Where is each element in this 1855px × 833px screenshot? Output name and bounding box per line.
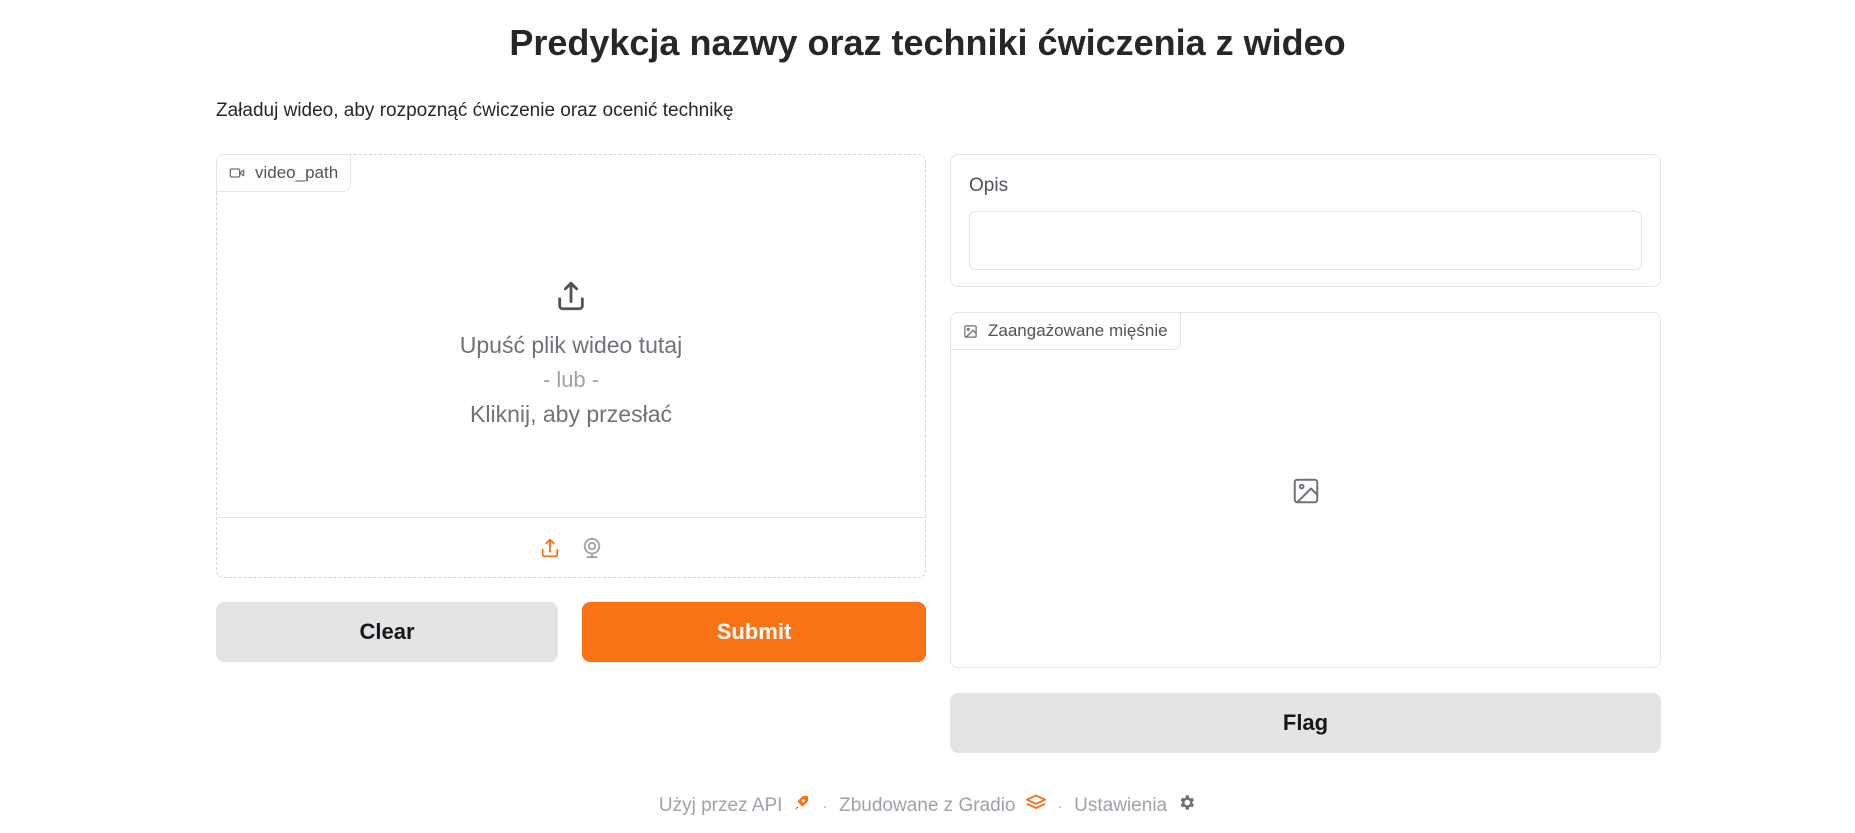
- upload-source-button[interactable]: [537, 535, 563, 561]
- settings-link-text: Ustawienia: [1074, 794, 1168, 816]
- video-camera-icon: [229, 165, 245, 181]
- description-output-field[interactable]: [969, 211, 1642, 270]
- rocket-icon: [792, 794, 810, 818]
- upload-source-icon: [541, 538, 559, 557]
- video-input-label: video_path: [216, 154, 352, 192]
- video-source-selector: [217, 517, 925, 577]
- or-separator-text: - lub -: [542, 366, 600, 392]
- settings-link[interactable]: Ustawienia: [1074, 793, 1196, 818]
- footer: Użyj przez API · Zbudowane z Gradio · Us…: [0, 793, 1855, 818]
- api-link-text: Użyj przez API: [658, 794, 783, 816]
- video-upload-block: Upuść plik wideo tutaj - lub - Kliknij, …: [216, 154, 926, 578]
- api-link[interactable]: Użyj przez API: [659, 794, 811, 818]
- video-input-label-text: video_path: [255, 163, 339, 182]
- footer-separator: ·: [822, 797, 828, 814]
- image-output-label: Zaangażowane mięśnie: [950, 312, 1181, 350]
- description-output-label: Opis: [969, 175, 1009, 196]
- image-icon: [963, 324, 978, 339]
- page-title: Predykcja nazwy oraz techniki ćwiczenia …: [509, 22, 1346, 63]
- flag-button[interactable]: Flag: [950, 693, 1661, 753]
- image-placeholder-icon: [1291, 476, 1321, 506]
- footer-separator: ·: [1057, 797, 1063, 814]
- gear-icon: [1177, 793, 1196, 818]
- drop-file-text: Upuść plik wideo tutaj: [459, 331, 683, 358]
- clear-button[interactable]: Clear: [216, 602, 558, 662]
- upload-icon: [554, 279, 588, 318]
- submit-button[interactable]: Submit: [582, 602, 926, 662]
- page-description: Załaduj wideo, aby rozpoznąć ćwiczenie o…: [216, 100, 734, 121]
- webcam-source-button[interactable]: [579, 535, 605, 561]
- click-to-upload-text: Kliknij, aby przesłać: [470, 400, 672, 427]
- image-output-label-text: Zaangażowane mięśnie: [988, 321, 1168, 340]
- webcam-icon: [583, 537, 601, 558]
- gradio-link[interactable]: Zbudowane z Gradio: [839, 794, 1046, 818]
- gradio-logo-icon: [1025, 794, 1046, 818]
- video-dropzone[interactable]: Upuść plik wideo tutaj - lub - Kliknij, …: [217, 155, 925, 517]
- description-output-block: Opis: [950, 154, 1661, 287]
- gradio-link-text: Zbudowane z Gradio: [839, 794, 1016, 816]
- muscles-image-output: Zaangażowane mięśnie: [950, 312, 1661, 668]
